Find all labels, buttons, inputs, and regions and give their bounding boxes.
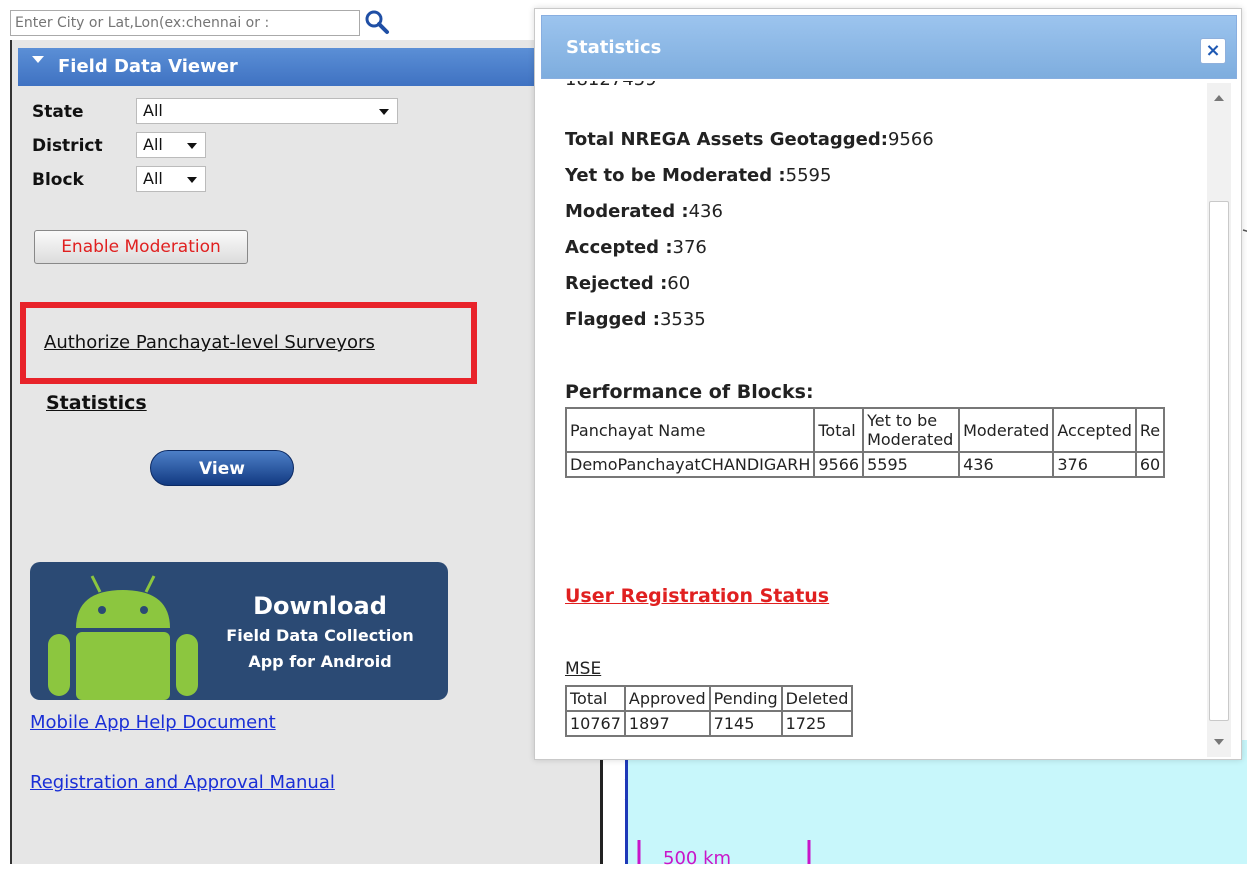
chevron-down-icon: [187, 177, 197, 183]
table-header: Moderated: [958, 407, 1055, 453]
state-select[interactable]: All: [136, 98, 398, 124]
dialog-scrollbar[interactable]: [1207, 83, 1231, 757]
view-button[interactable]: View: [150, 450, 294, 486]
table-header-row: Total Approved Pending Deleted: [565, 685, 854, 712]
table-header: Re: [1134, 407, 1166, 453]
mse-label[interactable]: MSE: [565, 659, 601, 679]
dialog-title: Statistics: [566, 37, 662, 58]
stat-label: Rejected :: [565, 273, 668, 294]
stat-value: 3535: [659, 309, 706, 330]
table-header: Deleted: [780, 685, 854, 712]
stat-label: Moderated :: [565, 201, 689, 222]
stat-moderated: Moderated :436: [565, 201, 723, 222]
android-icon: [48, 575, 198, 700]
collapse-icon[interactable]: [32, 56, 44, 63]
search-input[interactable]: [10, 10, 360, 36]
stat-flagged: Flagged :3535: [565, 309, 706, 330]
table-header: Accepted: [1052, 407, 1137, 453]
scroll-up-icon[interactable]: [1214, 95, 1224, 101]
scroll-thumb[interactable]: [1209, 201, 1229, 721]
close-icon[interactable]: ×: [1200, 38, 1226, 64]
block-value: All: [143, 169, 163, 188]
panel-title: Field Data Viewer: [58, 56, 238, 77]
mse-table: Total Approved Pending Deleted 10767 189…: [565, 685, 854, 737]
table-header: Panchayat Name: [564, 407, 816, 453]
field-data-panel: Field Data Viewer State All District All…: [10, 40, 602, 864]
table-row: DemoPanchayatCHANDIGARH 9566 5595 436 37…: [564, 451, 1166, 478]
state-value: All: [143, 101, 163, 120]
district-value: All: [143, 135, 163, 154]
stat-total-assets: Total NREGA Assets Geotagged:9566: [565, 129, 934, 150]
statistics-link[interactable]: Statistics: [46, 392, 147, 414]
table-header: Yet to be Moderated: [862, 407, 961, 453]
district-label: District: [32, 136, 103, 156]
stat-label: Flagged :: [565, 309, 660, 330]
table-header: Approved: [623, 685, 711, 712]
search-icon[interactable]: [364, 9, 390, 35]
table-cell: 5595: [862, 451, 961, 478]
table-cell: DemoPanchayatCHANDIGARH: [564, 451, 816, 478]
registration-manual-link[interactable]: Registration and Approval Manual: [30, 772, 335, 793]
table-cell: 1725: [780, 710, 854, 737]
table-cell: 436: [958, 451, 1055, 478]
banner-title: Download: [253, 592, 387, 620]
table-cell: 376: [1052, 451, 1137, 478]
scale-label: 500 km: [663, 848, 732, 869]
chevron-down-icon: [379, 109, 389, 115]
panel-header[interactable]: Field Data Viewer: [18, 48, 602, 86]
stat-label: Accepted :: [565, 237, 673, 258]
table-cell: 1897: [623, 710, 711, 737]
stat-value: 376: [672, 237, 707, 258]
stat-label: Total NREGA Assets Geotagged:: [565, 129, 888, 150]
table-header: Pending: [708, 685, 783, 712]
dialog-body: 18127459 Total NREGA Assets Geotagged:95…: [541, 81, 1209, 757]
search-bar: [0, 0, 600, 40]
stat-accepted: Accepted :376: [565, 237, 707, 258]
stat-value: 5595: [785, 165, 832, 186]
scroll-down-icon[interactable]: [1214, 739, 1224, 745]
table-cell: 60: [1134, 451, 1166, 478]
performance-table: Panchayat Name Total Yet to be Moderated…: [564, 407, 1166, 478]
district-select[interactable]: All: [136, 132, 206, 158]
mobile-app-help-link[interactable]: Mobile App Help Document: [30, 712, 276, 733]
cutoff-text: 18127459: [565, 81, 657, 90]
stat-value: 436: [688, 201, 723, 222]
block-select[interactable]: All: [136, 166, 206, 192]
stat-yet-to-be-moderated: Yet to be Moderated :5595: [565, 165, 831, 186]
table-header-row: Panchayat Name Total Yet to be Moderated…: [564, 407, 1166, 453]
table-header: Total: [813, 407, 865, 453]
enable-moderation-button[interactable]: Enable Moderation: [34, 230, 248, 264]
banner-subtitle-1: Field Data Collection: [226, 626, 414, 645]
table-cell: 10767: [565, 710, 626, 737]
stat-value: 9566: [887, 129, 934, 150]
chevron-down-icon: [187, 143, 197, 149]
stat-rejected: Rejected :60: [565, 273, 690, 294]
table-row: 10767 1897 7145 1725: [565, 710, 854, 737]
state-label: State: [32, 102, 84, 122]
table-header: Total: [565, 685, 626, 712]
user-registration-link[interactable]: User Registration Status: [565, 585, 829, 607]
block-label: Block: [32, 170, 84, 190]
table-cell: 7145: [708, 710, 783, 737]
banner-subtitle-2: App for Android: [248, 652, 392, 671]
performance-title: Performance of Blocks:: [565, 381, 814, 403]
dialog-header[interactable]: Statistics ×: [541, 15, 1237, 79]
statistics-dialog: Statistics × 18127459 Total NREGA Assets…: [534, 8, 1242, 760]
stat-value: 60: [667, 273, 691, 294]
authorize-surveyors-link[interactable]: Authorize Panchayat-level Surveyors: [44, 332, 375, 353]
stat-label: Yet to be Moderated :: [565, 165, 786, 186]
android-app-banner[interactable]: Download Field Data Collection App for A…: [30, 562, 448, 700]
table-cell: 9566: [813, 451, 865, 478]
